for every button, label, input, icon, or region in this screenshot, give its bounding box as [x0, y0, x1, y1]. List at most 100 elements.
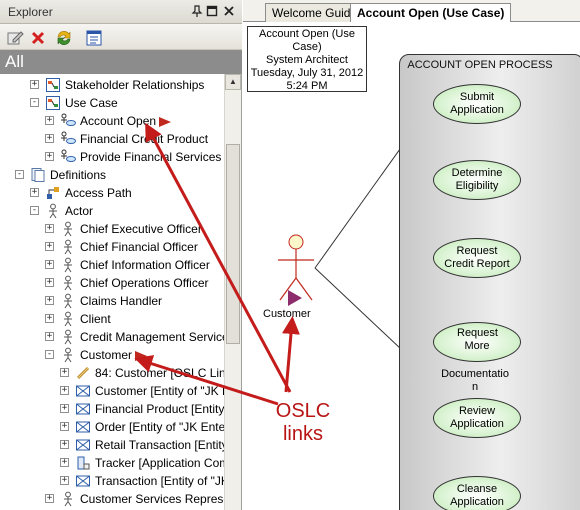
- usecase-cleanse-application[interactable]: Cleanse Application: [433, 476, 521, 510]
- app-icon: [75, 455, 91, 471]
- entity-icon: [75, 383, 91, 399]
- view-icon[interactable]: [83, 27, 103, 47]
- collapse-icon[interactable]: -: [30, 98, 39, 107]
- overflow-line: Documentatio: [441, 368, 509, 380]
- tree-row[interactable]: + Account Open: [0, 112, 224, 130]
- tree-row[interactable]: + Customer Services Representativ: [0, 490, 224, 508]
- tree-row[interactable]: + Chief Information Officer: [0, 256, 224, 274]
- tab-account-open[interactable]: Account Open (Use Case): [350, 3, 512, 23]
- expand-icon[interactable]: +: [60, 440, 69, 449]
- tree-row[interactable]: + Customer [Entity of "JK Enter: [0, 382, 224, 400]
- explorer-scrollbar[interactable]: ▲: [224, 74, 241, 510]
- actor-icon: [60, 293, 76, 309]
- usecase-label: Request Credit Report: [444, 245, 510, 270]
- tree-row-label: Retail Transaction [Entity of ": [95, 438, 224, 452]
- tree-row[interactable]: + Stakeholder Relationships: [0, 76, 224, 94]
- tree-row-label: Chief Financial Officer: [80, 240, 198, 254]
- expand-icon[interactable]: +: [45, 314, 54, 323]
- diagram-info-box[interactable]: Account Open (Use Case) System Architect…: [247, 26, 367, 92]
- refresh-icon[interactable]: [53, 27, 73, 47]
- diagram-icon: [45, 77, 61, 93]
- expand-icon[interactable]: +: [45, 494, 54, 503]
- expand-icon[interactable]: +: [60, 404, 69, 413]
- expand-icon[interactable]: +: [60, 476, 69, 485]
- expand-icon[interactable]: +: [45, 152, 54, 161]
- expand-icon[interactable]: +: [45, 134, 54, 143]
- expand-icon[interactable]: +: [45, 296, 54, 305]
- tree-row[interactable]: + Financial Product [Entity of "J: [0, 400, 224, 418]
- tree-row[interactable]: - Customer: [0, 346, 224, 364]
- close-icon[interactable]: [222, 4, 236, 18]
- tree-row[interactable]: +84: Customer [OSLC Link]: [0, 364, 224, 382]
- tree-row-label: 84: Customer [OSLC Link]: [95, 366, 224, 380]
- definitions-icon: [30, 167, 46, 183]
- collapse-icon[interactable]: -: [30, 206, 39, 215]
- tree-row[interactable]: + Transaction [Entity of "JK Ent: [0, 472, 224, 490]
- expand-icon[interactable]: +: [45, 242, 54, 251]
- usecase-determine-eligibility[interactable]: Determine Eligibility: [433, 160, 521, 200]
- tree-row-label: Claims Handler: [80, 294, 163, 308]
- tree-row-label: Use Case: [65, 96, 118, 110]
- usecase-submit-application[interactable]: Submit Application: [433, 84, 521, 124]
- tree-row[interactable]: + Financial Credit Product: [0, 130, 224, 148]
- tree-row[interactable]: + Chief Executive Officer: [0, 220, 224, 238]
- tree-row[interactable]: - Use Case: [0, 94, 224, 112]
- expand-icon[interactable]: +: [45, 260, 54, 269]
- expand-icon[interactable]: +: [45, 116, 54, 125]
- info-line: Tuesday, July 31, 2012: [250, 67, 364, 79]
- tree-row[interactable]: + Client: [0, 310, 224, 328]
- restore-icon[interactable]: [205, 4, 219, 18]
- tree-row[interactable]: + Chief Operations Officer: [0, 274, 224, 292]
- expand-icon[interactable]: +: [60, 386, 69, 395]
- scroll-up-icon[interactable]: ▲: [225, 74, 241, 90]
- path-icon: [45, 185, 61, 201]
- explorer-toolbar: [0, 24, 242, 50]
- actor-icon: [45, 203, 61, 219]
- tree-row[interactable]: - Actor: [0, 202, 224, 220]
- expand-icon[interactable]: +: [30, 80, 39, 89]
- tree-row[interactable]: + Access Path: [0, 184, 224, 202]
- expand-icon[interactable]: +: [60, 422, 69, 431]
- tree-row-label: Client: [80, 312, 111, 326]
- tree-row-label: Account Open: [80, 114, 157, 128]
- explorer-title: Explorer: [8, 5, 53, 19]
- usecase-request-more-documentation[interactable]: Request More: [433, 322, 521, 362]
- actor-icon: [60, 239, 76, 255]
- expand-icon[interactable]: +: [60, 458, 69, 467]
- actor-icon: [60, 221, 76, 237]
- tree-row[interactable]: + Claims Handler: [0, 292, 224, 310]
- tree-row[interactable]: + Credit Management Service Man: [0, 328, 224, 346]
- entity-icon: [75, 473, 91, 489]
- tree-row[interactable]: + Provide Financial Services: [0, 148, 224, 166]
- info-line: 5:24 PM: [286, 80, 328, 92]
- link-icon: [75, 365, 91, 381]
- edit-icon[interactable]: [4, 27, 24, 47]
- delete-icon[interactable]: [27, 27, 47, 47]
- oslc-flag-icon: [288, 290, 302, 306]
- expand-icon[interactable]: +: [45, 224, 54, 233]
- actor-icon: [60, 311, 76, 327]
- tree-row[interactable]: + Chief Financial Officer: [0, 238, 224, 256]
- collapse-icon[interactable]: -: [45, 350, 54, 359]
- pin-icon[interactable]: [190, 4, 204, 18]
- usecase-overflow-text: Documentatio n: [439, 368, 511, 394]
- tree-row[interactable]: + Order [Entity of "JK Enterprise: [0, 418, 224, 436]
- tree-row[interactable]: - Definitions: [0, 166, 224, 184]
- usecase-icon: [60, 131, 76, 147]
- scrollbar-thumb[interactable]: [226, 144, 240, 344]
- filter-bar[interactable]: All: [0, 50, 242, 74]
- usecase-icon: [60, 149, 76, 165]
- usecase-review-application[interactable]: Review Application: [433, 398, 521, 438]
- diagram-canvas[interactable]: Account Open (Use Case) System Architect…: [243, 22, 580, 510]
- collapse-icon[interactable]: -: [15, 170, 24, 179]
- tree-row-label: Definitions: [50, 168, 107, 182]
- expand-icon[interactable]: +: [30, 188, 39, 197]
- usecase-label: Cleanse Application: [450, 483, 504, 508]
- tree-row[interactable]: + Retail Transaction [Entity of ": [0, 436, 224, 454]
- expand-icon[interactable]: +: [45, 278, 54, 287]
- tree-row[interactable]: + Tracker [Application Compon: [0, 454, 224, 472]
- expand-icon[interactable]: +: [60, 368, 69, 377]
- usecase-request-credit-report[interactable]: Request Credit Report: [433, 238, 521, 278]
- entity-icon: [75, 419, 91, 435]
- expand-icon[interactable]: +: [45, 332, 54, 341]
